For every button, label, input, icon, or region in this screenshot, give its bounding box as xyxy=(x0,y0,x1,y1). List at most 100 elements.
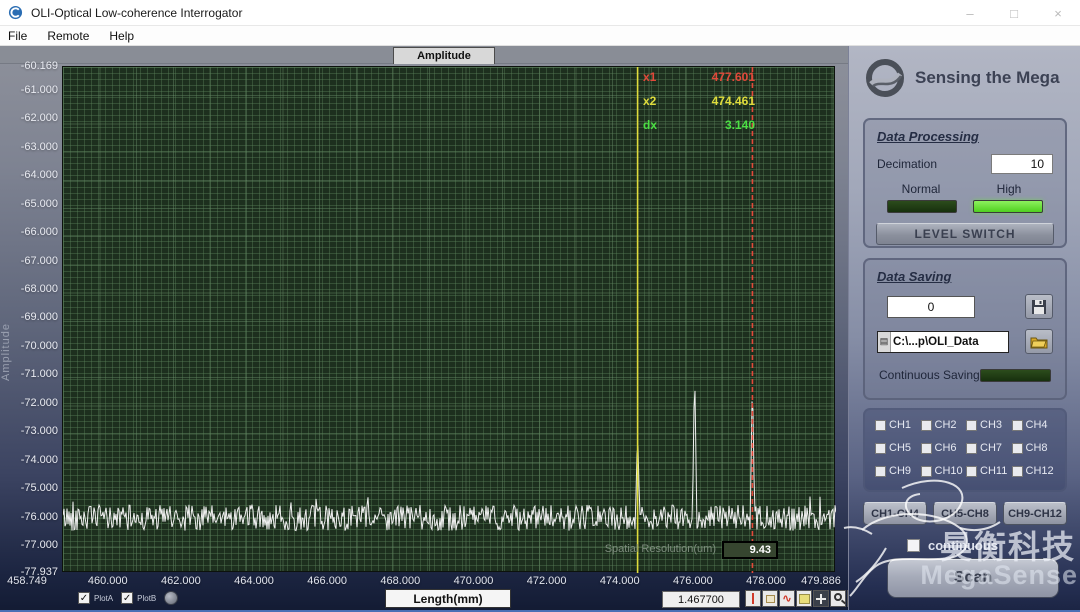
window-controls: – □ × xyxy=(948,0,1080,26)
y-tick-label: -62.000 xyxy=(2,112,58,124)
channel-label: CH10 xyxy=(935,465,963,477)
cursor-name: x1 xyxy=(643,70,671,84)
normal-led-indicator xyxy=(887,200,957,213)
cursor-readout-row: x2 474.461 xyxy=(643,94,755,118)
channel-group-button-ch9-ch12[interactable]: CH9-CH12 xyxy=(1003,502,1067,525)
y-tick-label: -71.000 xyxy=(2,368,58,380)
x-tick-label: 479.886 xyxy=(796,575,846,587)
cursor-name: dx xyxy=(643,118,671,132)
continuous-saving-led xyxy=(980,369,1051,382)
channel-cell-ch2: CH2 xyxy=(921,419,967,431)
cursor-readout-row: dx 3.140 xyxy=(643,118,755,142)
y-tick-label: -61.000 xyxy=(2,84,58,96)
plot-visibility-checkbox[interactable]: ✓ xyxy=(121,592,133,604)
close-button[interactable]: × xyxy=(1036,0,1080,26)
y-tick-label: -65.000 xyxy=(2,198,58,210)
channel-cell-ch5: CH5 xyxy=(875,442,921,454)
channel-cell-ch8: CH8 xyxy=(1012,442,1058,454)
channel-checkbox-ch12[interactable] xyxy=(1012,466,1023,477)
crosshair-tool-icon[interactable] xyxy=(813,590,829,607)
x-tick-label: 472.000 xyxy=(522,575,572,587)
cursor-name: x2 xyxy=(643,94,671,108)
channel-label: CH8 xyxy=(1026,442,1048,454)
continuous-checkbox[interactable] xyxy=(907,539,920,552)
waveform-tool-icon[interactable]: ∿ xyxy=(779,590,795,607)
select-rect-tool-icon[interactable] xyxy=(762,590,778,607)
zoom-tool-icon[interactable] xyxy=(830,590,846,607)
x-tick-label: 464.000 xyxy=(229,575,279,587)
channel-checkbox-ch9[interactable] xyxy=(875,466,886,477)
cursor-readout: x1477.601x2 474.461 dx 3.140 xyxy=(643,70,755,142)
brand-logo-icon xyxy=(865,58,905,98)
y-tick-label: -67.000 xyxy=(2,255,58,267)
highlight-tool-icon[interactable] xyxy=(796,590,812,607)
menu-item-help[interactable]: Help xyxy=(99,29,144,43)
channel-label: CH1 xyxy=(889,419,911,431)
channel-checkbox-ch10[interactable] xyxy=(921,466,932,477)
browse-folder-button[interactable] xyxy=(1025,329,1053,354)
signal-trace xyxy=(63,67,836,573)
channel-checkbox-ch1[interactable] xyxy=(875,420,886,431)
maximize-button[interactable]: □ xyxy=(992,0,1036,26)
y-tick-label: -70.000 xyxy=(2,340,58,352)
cursor-value: 3.140 xyxy=(725,118,755,132)
menu-item-remote[interactable]: Remote xyxy=(37,29,99,43)
tab-amplitude[interactable]: Amplitude xyxy=(393,47,495,64)
channel-checkbox-ch8[interactable] xyxy=(1012,443,1023,454)
x-tick-label: 460.000 xyxy=(83,575,133,587)
normal-label: Normal xyxy=(877,182,965,196)
title-bar: OLI-Optical Low-coherence Interrogator –… xyxy=(0,0,1080,26)
channel-cell-ch11: CH11 xyxy=(966,465,1012,477)
channel-checkbox-ch11[interactable] xyxy=(966,466,977,477)
y-tick-label: -74.000 xyxy=(2,454,58,466)
channel-checkbox-ch2[interactable] xyxy=(921,420,932,431)
x-tick-label: 458.749 xyxy=(2,575,52,587)
channel-label: CH11 xyxy=(980,465,1007,477)
y-tick-label: -64.000 xyxy=(2,169,58,181)
spatial-resolution-label: Spatial Resolution(um) xyxy=(605,543,716,555)
save-path-text: C:\...p\OLI_Data xyxy=(891,336,1008,348)
y-tick-label: -66.000 xyxy=(2,226,58,238)
y-tick-label: -69.000 xyxy=(2,311,58,323)
channel-cell-ch9: CH9 xyxy=(875,465,921,477)
minimize-button[interactable]: – xyxy=(948,0,992,26)
y-tick-label: -75.000 xyxy=(2,482,58,494)
channel-cell-ch12: CH12 xyxy=(1012,465,1058,477)
cursor-value: 474.461 xyxy=(712,94,755,108)
save-button[interactable] xyxy=(1025,294,1053,319)
menu-item-file[interactable]: File xyxy=(0,29,37,43)
decimation-input[interactable]: 10 xyxy=(991,154,1053,174)
channel-cell-ch7: CH7 xyxy=(966,442,1012,454)
channel-checkbox-ch3[interactable] xyxy=(966,420,977,431)
tab-strip: Amplitude xyxy=(0,46,848,64)
plot-area[interactable]: x1477.601x2 474.461 dx 3.140 Spatial Resolu… xyxy=(62,66,835,572)
plot-visibility-checkbox[interactable]: ✓ xyxy=(78,592,90,604)
y-tick-label: -72.000 xyxy=(2,397,58,409)
x-scale-value-box[interactable]: 1.467700 xyxy=(662,591,740,608)
channel-label: CH7 xyxy=(980,442,1002,454)
channel-grid: CH1CH2CH3CH4CH5CH6CH7CH8CH9CH10CH11CH12 xyxy=(865,410,1065,477)
channel-cell-ch6: CH6 xyxy=(921,442,967,454)
channel-checkbox-ch5[interactable] xyxy=(875,443,886,454)
channel-group-button-ch5-ch8[interactable]: CH5-CH8 xyxy=(933,502,997,525)
scan-button[interactable]: Scan xyxy=(887,558,1059,598)
save-count-input[interactable]: 0 xyxy=(887,296,975,318)
app-window: OLI-Optical Low-coherence Interrogator –… xyxy=(0,0,1080,612)
cursor-readout-row: x1477.601 xyxy=(643,70,755,94)
high-led-indicator xyxy=(973,200,1043,213)
channel-group-button-ch1-ch4[interactable]: CH1-CH4 xyxy=(863,502,927,525)
level-switch-button[interactable]: LEVEL SWITCH xyxy=(876,223,1054,245)
y-tick-label: -63.000 xyxy=(2,141,58,153)
save-path-input[interactable]: ▤ C:\...p\OLI_Data xyxy=(877,331,1009,353)
plot-style-icon[interactable] xyxy=(164,591,178,605)
cursor-tool-icon[interactable] xyxy=(745,590,761,607)
app-icon xyxy=(8,5,23,20)
channel-checkbox-ch4[interactable] xyxy=(1012,420,1023,431)
channel-cell-ch1: CH1 xyxy=(875,419,921,431)
channel-checkbox-ch6[interactable] xyxy=(921,443,932,454)
channel-checkbox-ch7[interactable] xyxy=(966,443,977,454)
channel-cell-ch10: CH10 xyxy=(921,465,967,477)
x-axis-label-box: Length(mm) xyxy=(385,589,511,608)
x-tick-label: 466.000 xyxy=(302,575,352,587)
channel-label: CH2 xyxy=(935,419,957,431)
